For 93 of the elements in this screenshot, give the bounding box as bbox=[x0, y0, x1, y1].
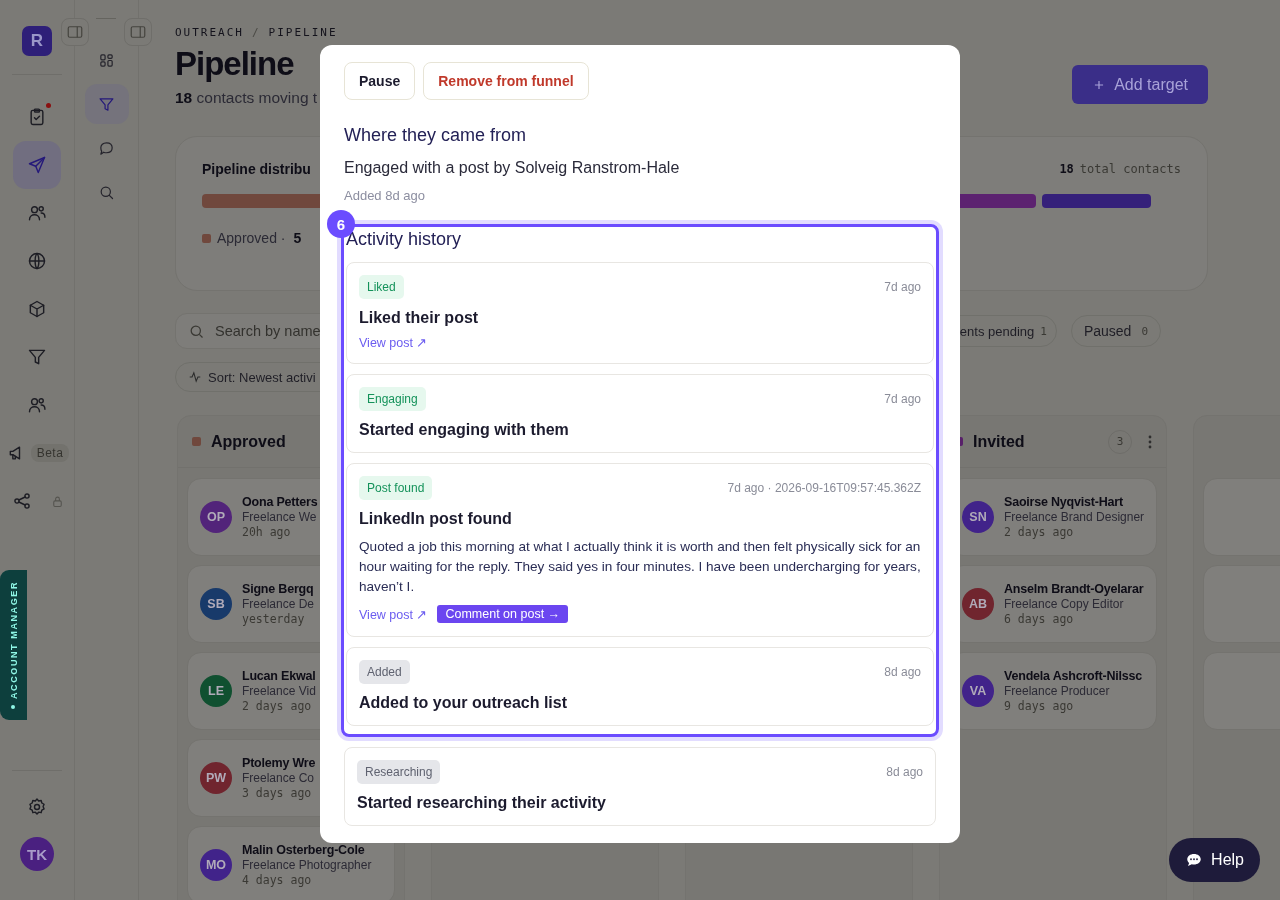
contact-time: 6 days ago bbox=[1004, 612, 1075, 626]
contact-role: Freelance Producer bbox=[1004, 684, 1111, 698]
sidebar-icon bbox=[65, 23, 84, 41]
contact-time: 9 days ago bbox=[1004, 699, 1075, 713]
search-icon bbox=[188, 323, 205, 340]
sidebar-icon bbox=[129, 23, 147, 41]
app-logo[interactable]: R bbox=[22, 26, 52, 56]
legend-count: 5 bbox=[293, 230, 302, 246]
source-text: Engaged with a post by Solveig Ranstrom-Hale bbox=[344, 159, 681, 177]
section-heading: Where they came from bbox=[344, 125, 528, 146]
contact-name: Saoirse Nyqvist-Hart bbox=[1004, 495, 1124, 509]
contact-role: Freelance Vid bbox=[242, 684, 316, 698]
activity-time: 8d ago bbox=[886, 765, 923, 779]
contact-time: 2 days ago bbox=[242, 699, 313, 713]
subnav-button[interactable] bbox=[84, 84, 129, 124]
breadcrumb-item[interactable]: PIPELINE bbox=[268, 26, 338, 39]
activity-tag: Engaging bbox=[359, 387, 426, 411]
chat-icon bbox=[98, 139, 115, 157]
activity-time: 7d ago · 2026-09-16T09:57:45.362Z bbox=[727, 481, 921, 495]
view-post-link[interactable]: View post ↗ bbox=[359, 335, 428, 350]
page-subtitle: 18 contacts moving t bbox=[175, 89, 319, 107]
card-title: Pipeline distribu bbox=[202, 161, 311, 177]
contact-avatar: PW bbox=[200, 762, 232, 794]
send-icon bbox=[27, 155, 47, 175]
contact-name: Malin Osterberg-Cole bbox=[242, 843, 366, 857]
pause-button[interactable]: Pause bbox=[344, 62, 416, 100]
total-count: 18 bbox=[1059, 162, 1074, 176]
column-title: Invited bbox=[973, 432, 1026, 451]
filter-chip[interactable]: Paused 0 bbox=[1070, 315, 1161, 347]
contact-time: 3 days ago bbox=[242, 786, 313, 800]
filter-icon bbox=[98, 95, 115, 113]
added-time: Added 8d ago bbox=[344, 188, 426, 203]
breadcrumb-separator: / bbox=[252, 26, 261, 39]
contact-role: Freelance De bbox=[242, 597, 315, 611]
comment-button[interactable]: Comment on post → bbox=[437, 605, 569, 623]
help-button[interactable]: Help bbox=[1169, 838, 1260, 882]
activity-tag: Researching bbox=[357, 760, 441, 784]
contact-avatar: MO bbox=[200, 849, 232, 881]
breadcrumb-item[interactable]: OUTREACH bbox=[175, 26, 244, 39]
contact-avatar: VA bbox=[962, 675, 994, 707]
contact-role: Freelance Brand Designer bbox=[1004, 510, 1145, 524]
contact-name: Anselm Brandt-Oyelarar bbox=[1004, 582, 1144, 596]
contact-time: yesterday bbox=[242, 612, 306, 626]
user-avatar[interactable]: TK bbox=[20, 837, 54, 871]
globe-icon bbox=[27, 251, 47, 271]
kebab-menu-icon[interactable] bbox=[1148, 434, 1152, 449]
page-title: Pipeline bbox=[175, 45, 295, 83]
contact-avatar: OP bbox=[200, 501, 232, 533]
contact-card[interactable]: MO Malin Osterberg-Cole Freelance Photographer 4 days ago bbox=[187, 826, 395, 900]
grid-icon bbox=[98, 51, 115, 69]
contact-time: 2 days ago bbox=[1004, 525, 1075, 539]
settings-icon bbox=[27, 797, 47, 817]
panel-toggle-button[interactable] bbox=[60, 18, 89, 46]
column-title: Approved bbox=[211, 432, 287, 451]
users-icon bbox=[27, 395, 47, 415]
contact-time: 20h ago bbox=[242, 525, 292, 539]
activity-tag: Added bbox=[359, 660, 410, 684]
total-label: total contacts bbox=[1079, 162, 1181, 176]
cube-icon bbox=[27, 299, 47, 319]
pulse-icon bbox=[188, 370, 202, 384]
contact-role: Freelance Photographer bbox=[242, 858, 372, 872]
contact-name: Ptolemy Wre bbox=[242, 756, 316, 770]
panel-toggle-button[interactable] bbox=[124, 18, 152, 46]
share-icon bbox=[11, 491, 32, 511]
contact-name: Lucan Ekwal bbox=[242, 669, 316, 683]
contact-time: 4 days ago bbox=[242, 873, 313, 887]
add-target-button[interactable]: Add target bbox=[1072, 65, 1208, 104]
activity-tag: Post found bbox=[359, 476, 433, 500]
activity-time: 7d ago bbox=[884, 392, 921, 406]
contact-role: Freelance We bbox=[242, 510, 318, 524]
account-manager-tab[interactable]: ACCOUNT MANAGER bbox=[0, 570, 27, 720]
contact-role: Freelance Copy Editor bbox=[1004, 597, 1125, 611]
contact-avatar: LE bbox=[200, 675, 232, 707]
activity-title: Started engaging with them bbox=[359, 421, 570, 439]
filter-icon bbox=[27, 347, 47, 367]
clipboard-icon bbox=[27, 107, 47, 127]
remove-button[interactable]: Remove from funnel bbox=[423, 62, 589, 100]
contact-avatar: AB bbox=[962, 588, 994, 620]
contact-name: Vendela Ashcroft-Nilssc bbox=[1004, 669, 1143, 683]
contact-name: Oona Petters bbox=[242, 495, 318, 509]
contact-name: Signe Bergq bbox=[242, 582, 315, 596]
rail-nav-button[interactable] bbox=[13, 141, 61, 189]
chat-bubble-icon bbox=[1185, 851, 1204, 869]
activity-tag: Liked bbox=[359, 275, 404, 299]
beta-badge: Beta bbox=[30, 444, 70, 462]
legend-label: Approved · bbox=[217, 230, 286, 246]
contact-avatar: SN bbox=[962, 501, 994, 533]
activity-time: 8d ago bbox=[884, 665, 921, 679]
contact-avatar: SB bbox=[200, 588, 232, 620]
activity-time: 7d ago bbox=[884, 280, 921, 294]
users-icon bbox=[27, 203, 47, 223]
contact-role: Freelance Co bbox=[242, 771, 316, 785]
activity-title: Liked their post bbox=[359, 309, 480, 327]
